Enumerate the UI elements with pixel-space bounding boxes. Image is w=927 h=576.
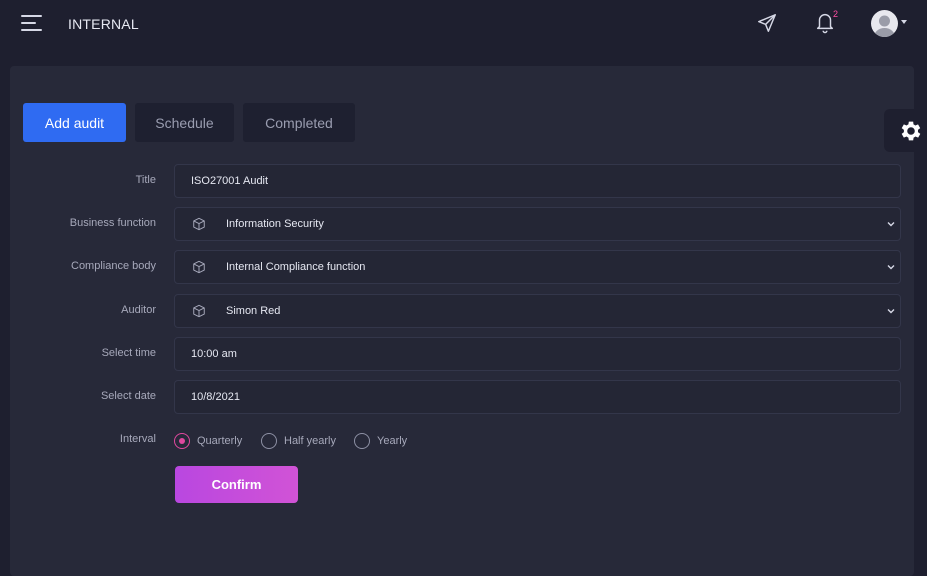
auditor-select[interactable]: Simon Red: [174, 294, 901, 328]
date-input-value: 10/8/2021: [191, 391, 240, 403]
interval-option-quarterly[interactable]: Quarterly: [174, 432, 242, 450]
compliance-body-select[interactable]: Internal Compliance function: [174, 250, 901, 284]
top-bar: INTERNAL 2: [0, 0, 927, 48]
avatar-caret-icon[interactable]: [901, 20, 907, 24]
tab-completed[interactable]: Completed: [243, 103, 355, 142]
auditor-value: Simon Red: [226, 305, 281, 317]
business-function-select[interactable]: Information Security: [174, 207, 901, 241]
radio-unchecked-icon: [261, 433, 277, 449]
chevron-down-icon: [887, 265, 895, 270]
menu-icon[interactable]: [21, 14, 42, 32]
interval-option-label: Half yearly: [284, 435, 336, 447]
compliance-body-value: Internal Compliance function: [226, 261, 366, 273]
auditor-label: Auditor: [121, 304, 156, 316]
business-function-value: Information Security: [226, 218, 324, 230]
interval-option-label: Quarterly: [197, 435, 243, 447]
user-avatar-icon: [874, 15, 895, 37]
confirm-button[interactable]: Confirm: [175, 466, 298, 503]
title-input-value: ISO27001 Audit: [191, 175, 269, 187]
send-icon[interactable]: [756, 12, 778, 34]
interval-option-half-yearly[interactable]: Half yearly: [261, 432, 336, 450]
cube-icon: [193, 260, 205, 274]
cube-icon: [193, 304, 205, 318]
time-label: Select time: [101, 347, 156, 359]
chevron-down-icon: [887, 309, 895, 314]
app-title: INTERNAL: [68, 16, 139, 32]
radio-checked-icon: [174, 433, 190, 449]
tab-add-audit[interactable]: Add audit: [23, 103, 126, 142]
gear-icon: [901, 121, 921, 141]
interval-option-label: Yearly: [377, 435, 408, 447]
interval-option-yearly[interactable]: Yearly: [354, 432, 407, 450]
notification-badge: 2: [833, 9, 839, 19]
time-input[interactable]: 10:00 am: [174, 337, 901, 371]
compliance-body-label: Compliance body: [71, 260, 156, 272]
date-label: Select date: [100, 390, 156, 402]
title-label: Title: [135, 174, 156, 186]
avatar[interactable]: [871, 10, 898, 37]
radio-unchecked-icon: [354, 433, 370, 449]
chevron-down-icon: [887, 222, 895, 227]
tab-schedule[interactable]: Schedule: [135, 103, 234, 142]
time-input-value: 10:00 am: [191, 348, 237, 360]
settings-button[interactable]: [884, 109, 927, 152]
title-input[interactable]: ISO27001 Audit: [174, 164, 901, 198]
interval-label: Interval: [119, 433, 156, 445]
cube-icon: [193, 217, 205, 231]
business-function-label: Business function: [69, 217, 156, 229]
date-input[interactable]: 10/8/2021: [174, 380, 901, 414]
